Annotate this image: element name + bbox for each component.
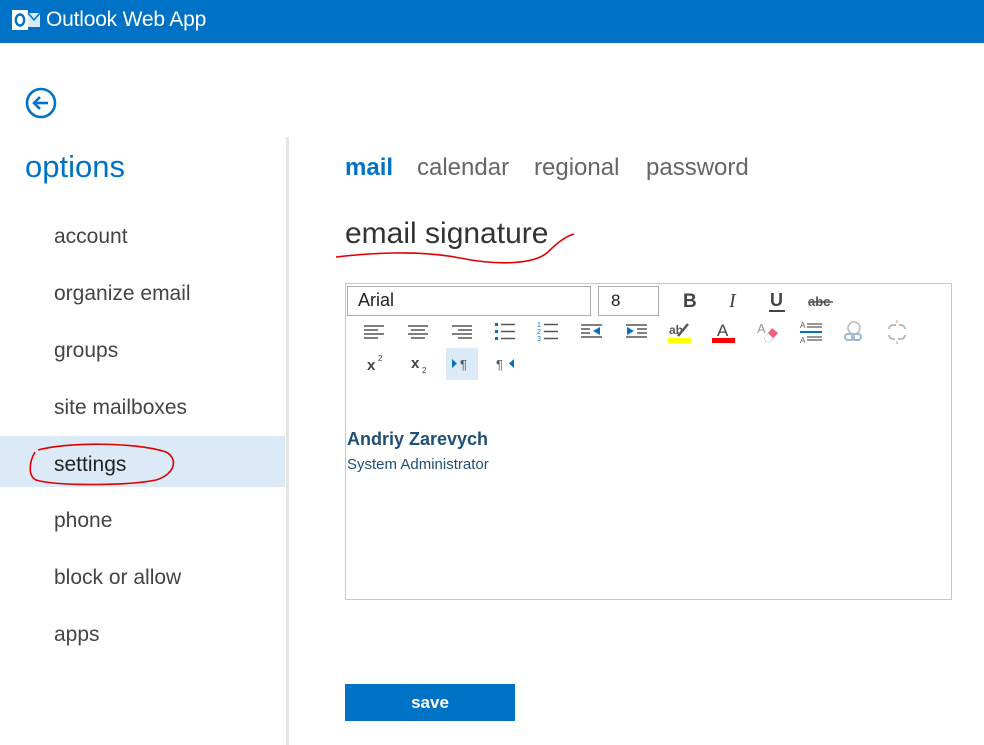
- highlight-icon: ab: [668, 323, 691, 343]
- svg-text:B: B: [683, 291, 697, 312]
- rtl-button[interactable]: ¶: [489, 348, 521, 380]
- sidebar-divider: [286, 137, 289, 745]
- align-right-icon: [452, 325, 472, 339]
- italic-button[interactable]: I: [719, 285, 751, 317]
- font-color-button[interactable]: A: [708, 316, 740, 348]
- svg-text:A: A: [800, 336, 806, 345]
- save-button[interactable]: save: [345, 684, 515, 721]
- sidebar-item-label: settings: [54, 453, 127, 476]
- bold-button[interactable]: B: [674, 285, 706, 317]
- tab-mail[interactable]: mail: [345, 154, 393, 182]
- superscript-button[interactable]: x2: [360, 348, 392, 380]
- svg-text:ab: ab: [669, 323, 683, 337]
- decrease-indent-button[interactable]: [576, 316, 608, 348]
- section-title: email signature: [345, 217, 549, 250]
- sidebar-item-apps[interactable]: apps: [0, 612, 285, 662]
- svg-text:¶: ¶: [496, 357, 503, 372]
- svg-text:2: 2: [537, 329, 541, 336]
- back-arrow-icon: [25, 87, 57, 119]
- sidebar-item-label: organize email: [54, 282, 191, 305]
- italic-icon: I: [728, 290, 737, 312]
- outlook-logo-icon: [12, 10, 40, 30]
- underline-button[interactable]: U: [762, 285, 794, 317]
- signature-title: System Administrator: [347, 456, 489, 473]
- remove-link-icon: [888, 320, 906, 344]
- align-center-icon: [408, 325, 428, 339]
- font-color-icon: A: [712, 321, 735, 343]
- svg-text:2: 2: [422, 366, 427, 375]
- insert-link-button[interactable]: [838, 316, 870, 348]
- decrease-indent-icon: [581, 324, 602, 338]
- sidebar-item-phone[interactable]: phone: [0, 498, 285, 548]
- font-name-select[interactable]: Arial: [347, 286, 591, 316]
- strikethrough-button[interactable]: abc: [805, 285, 837, 317]
- bulleted-list-icon: [495, 323, 515, 340]
- svg-text:1: 1: [537, 322, 541, 329]
- sidebar-item-organize-email[interactable]: organize email: [0, 271, 285, 321]
- top-bar: Outlook Web App: [0, 0, 984, 43]
- sidebar-item-block-or-allow[interactable]: block or allow: [0, 555, 285, 605]
- tab-regional[interactable]: regional: [534, 154, 619, 182]
- increase-indent-icon: [626, 324, 647, 338]
- svg-text:A: A: [757, 321, 766, 336]
- strikethrough-icon: abc: [808, 294, 833, 309]
- numbered-list-icon: 123: [537, 322, 558, 343]
- align-left-icon: [364, 325, 384, 339]
- svg-text:¶: ¶: [460, 357, 467, 372]
- app-title: Outlook Web App: [46, 8, 207, 31]
- svg-text:A: A: [717, 321, 729, 340]
- paragraph-style-button[interactable]: AA: [795, 316, 827, 348]
- ltr-icon: ¶: [452, 357, 467, 372]
- ltr-button[interactable]: ¶: [446, 348, 478, 380]
- svg-text:U: U: [770, 290, 783, 310]
- back-button[interactable]: [24, 86, 58, 120]
- rtl-icon: ¶: [496, 357, 514, 372]
- clear-formatting-button[interactable]: A: [752, 316, 784, 348]
- svg-text:I: I: [728, 290, 737, 312]
- clear-formatting-icon: A: [757, 321, 778, 343]
- align-left-button[interactable]: [358, 316, 390, 348]
- signature-name: Andriy Zarevych: [347, 429, 489, 449]
- svg-text:2: 2: [378, 354, 383, 363]
- tab-password[interactable]: password: [646, 154, 749, 182]
- sidebar-item-label: apps: [54, 623, 100, 646]
- sidebar-item-site-mailboxes[interactable]: site mailboxes: [0, 385, 285, 435]
- bulleted-list-button[interactable]: [489, 316, 521, 348]
- highlight-button[interactable]: ab: [664, 316, 696, 348]
- svg-text:x: x: [411, 355, 420, 372]
- remove-link-button[interactable]: [881, 316, 913, 348]
- svg-text:3: 3: [537, 336, 541, 343]
- increase-indent-button[interactable]: [620, 316, 652, 348]
- align-center-button[interactable]: [402, 316, 434, 348]
- underline-icon: U: [769, 290, 785, 312]
- sidebar-item-label: groups: [54, 339, 119, 362]
- sidebar-item-label: site mailboxes: [54, 396, 188, 419]
- tab-calendar[interactable]: calendar: [417, 154, 509, 182]
- subscript-icon: x2: [411, 355, 427, 375]
- sidebar-item-label: account: [54, 225, 128, 248]
- svg-text:A: A: [800, 321, 806, 330]
- subscript-button[interactable]: x2: [404, 348, 436, 380]
- options-title: options: [25, 149, 125, 184]
- sidebar-item-account[interactable]: account: [0, 214, 285, 264]
- bold-icon: B: [683, 291, 697, 312]
- paragraph-style-icon: AA: [800, 321, 822, 345]
- sidebar-item-settings[interactable]: settings: [0, 436, 285, 487]
- font-size-select[interactable]: 8: [598, 286, 659, 316]
- numbered-list-button[interactable]: 123: [532, 316, 564, 348]
- insert-link-icon: [844, 321, 862, 341]
- sidebar-item-label: block or allow: [54, 566, 182, 589]
- svg-text:x: x: [367, 357, 376, 374]
- sidebar-item-groups[interactable]: groups: [0, 328, 285, 378]
- sidebar-item-label: phone: [54, 509, 113, 532]
- align-right-button[interactable]: [446, 316, 478, 348]
- superscript-icon: x2: [367, 354, 383, 374]
